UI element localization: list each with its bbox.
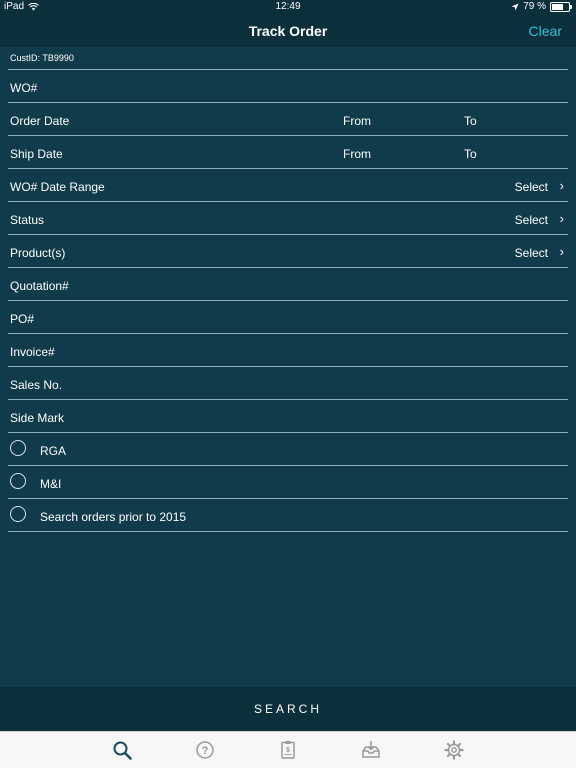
tab-search[interactable]	[112, 740, 132, 760]
wo-number-field[interactable]: WO#	[8, 70, 568, 103]
status-label: Status	[10, 213, 45, 227]
order-date-row: Order Date From To	[8, 103, 568, 136]
wo-date-range-label: WO# Date Range	[10, 180, 105, 194]
side-mark-label: Side Mark	[10, 411, 65, 425]
search-button[interactable]: SEARCH	[0, 687, 576, 731]
battery-percent: 79 %	[523, 1, 546, 12]
quotation-label: Quotation#	[10, 279, 69, 293]
page-title: Track Order	[248, 23, 328, 39]
battery-icon	[550, 1, 572, 12]
wo-date-range-row[interactable]: WO# Date Range Select ›	[8, 169, 568, 202]
battery-fill	[552, 3, 564, 10]
customer-id: CustID: TB9990	[10, 53, 74, 63]
search-icon	[113, 741, 132, 760]
track-order-form: CustID: TB9990 WO# Order Date From To Sh…	[0, 47, 576, 532]
order-date-label: Order Date	[10, 114, 70, 128]
clear-button[interactable]: Clear	[529, 23, 562, 39]
ship-date-from-field[interactable]: From	[343, 147, 371, 161]
products-select[interactable]: Select	[515, 246, 548, 260]
prior-2015-label: Search orders prior to 2015	[40, 510, 187, 524]
wo-date-range-select[interactable]: Select	[515, 180, 548, 194]
status-right: 79 %	[511, 1, 572, 12]
tab-bar: ? $	[0, 731, 576, 768]
tab-settings[interactable]	[444, 740, 464, 760]
chevron-right-icon: ›	[559, 244, 564, 259]
svg-text:?: ?	[202, 745, 209, 757]
tab-inbox[interactable]	[361, 740, 381, 760]
settings-icon	[444, 740, 464, 760]
status-time: 12:49	[275, 1, 301, 12]
products-label: Product(s)	[10, 246, 66, 260]
sales-no-label: Sales No.	[10, 378, 63, 392]
status-row[interactable]: Status Select ›	[8, 202, 568, 235]
svg-text:$: $	[286, 747, 290, 754]
sales-no-field[interactable]: Sales No.	[8, 367, 568, 400]
ship-date-row: Ship Date From To	[8, 136, 568, 169]
chevron-right-icon: ›	[559, 211, 564, 226]
invoice-label: Invoice#	[10, 345, 55, 359]
rga-radio[interactable]	[10, 440, 26, 456]
status-bar: iPad 12:49 79 %	[0, 0, 576, 14]
products-row[interactable]: Product(s) Select ›	[8, 235, 568, 268]
nav-bar: Track Order Clear	[0, 14, 576, 47]
tab-help[interactable]: ?	[195, 740, 215, 760]
po-field[interactable]: PO#	[8, 301, 568, 334]
mi-radio[interactable]	[10, 473, 26, 489]
side-mark-field[interactable]: Side Mark	[8, 400, 568, 433]
inbox-download-icon	[362, 741, 380, 758]
help-icon: ?	[196, 741, 214, 759]
tab-invoice[interactable]: $	[278, 740, 298, 760]
ship-date-to-field[interactable]: To	[464, 147, 477, 161]
mi-label: M&I	[40, 477, 62, 491]
po-label: PO#	[10, 312, 35, 326]
invoice-icon: $	[281, 741, 295, 759]
customer-id-row: CustID: TB9990	[8, 47, 568, 70]
quotation-field[interactable]: Quotation#	[8, 268, 568, 301]
wo-number-label: WO#	[10, 81, 38, 95]
invoice-field[interactable]: Invoice#	[8, 334, 568, 367]
rga-label: RGA	[40, 444, 67, 458]
order-date-to-field[interactable]: To	[464, 114, 477, 128]
ship-date-label: Ship Date	[10, 147, 63, 161]
mi-option[interactable]: M&I	[8, 466, 568, 499]
rga-option[interactable]: RGA	[8, 433, 568, 466]
location-arrow-icon	[511, 3, 519, 10]
status-select[interactable]: Select	[515, 213, 548, 227]
prior-2015-option[interactable]: Search orders prior to 2015	[8, 499, 568, 532]
order-date-from-field[interactable]: From	[343, 114, 371, 128]
chevron-right-icon: ›	[559, 178, 564, 193]
prior-2015-radio[interactable]	[10, 506, 26, 522]
